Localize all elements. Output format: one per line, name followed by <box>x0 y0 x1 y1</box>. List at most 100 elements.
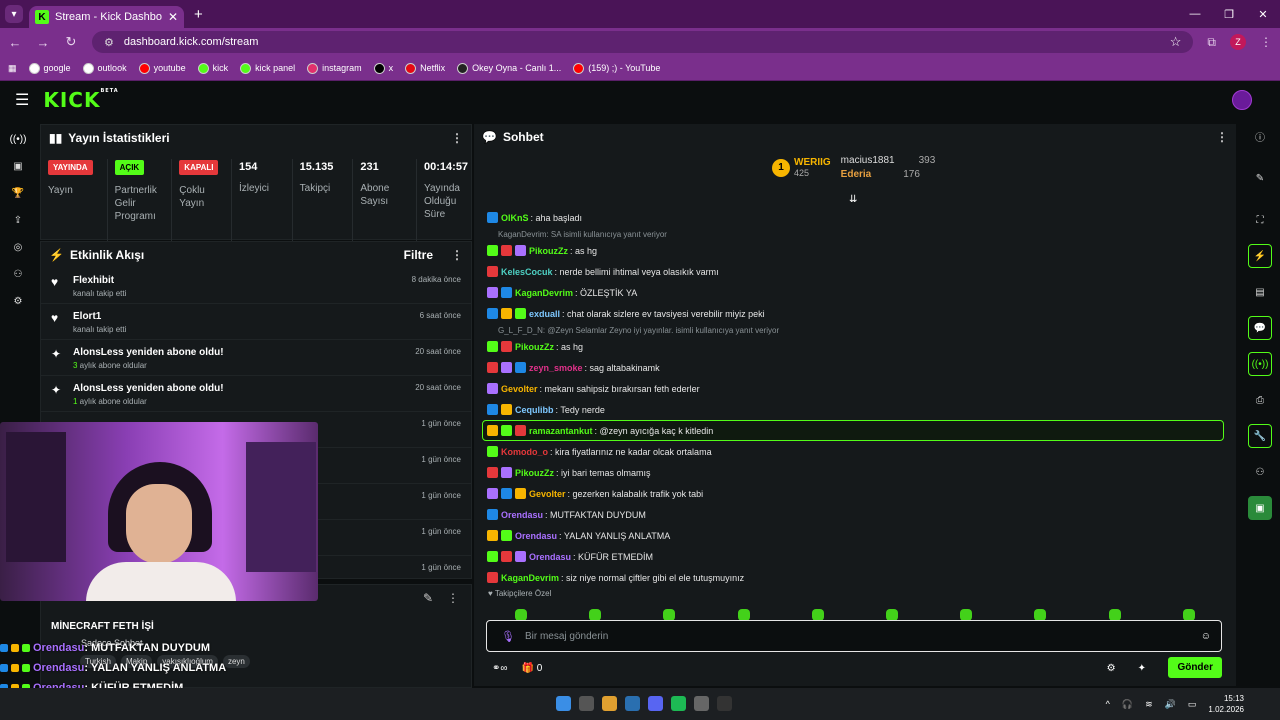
chat-message[interactable]: KelesCocuk: nerde bellimi ihtimal veya o… <box>474 261 1236 282</box>
chat-more-icon[interactable]: ⋮ <box>1216 130 1228 144</box>
chrome-taskbar-icon[interactable] <box>602 696 617 711</box>
activity-item[interactable]: ✦ AlonsLess yeniden abone oldu! 1 aylık ab… <box>41 376 471 412</box>
restore-icon[interactable]: ❐ <box>1212 8 1246 21</box>
chat-message[interactable]: PikouzZz: as hg <box>474 336 1236 357</box>
chat-username[interactable]: KaganDevrim <box>501 573 559 583</box>
chat-username[interactable]: Orendasu <box>529 552 571 562</box>
extensions-icon[interactable]: ⧉ <box>1207 35 1216 50</box>
chat-username[interactable]: Cequlibb <box>515 405 554 415</box>
chat-settings-icon[interactable]: ⚙ <box>1107 663 1116 674</box>
apps-grid-icon[interactable]: ▦ <box>8 63 17 74</box>
headset-icon[interactable]: 🎧 <box>1122 699 1133 710</box>
tray-expand-icon[interactable]: ^ <box>1106 699 1110 709</box>
chat-message[interactable]: Orendasu: KÜFÜR ETMEDİM <box>474 546 1236 567</box>
points-icon[interactable]: ⚭∞ <box>492 663 508 674</box>
wifi-icon[interactable]: ≋ <box>1145 699 1153 710</box>
chat-message[interactable]: Cequlibb: Tedy nerde <box>474 399 1236 420</box>
chat-message[interactable]: Gevolter: mekanı sahipsiz bırakırsan fet… <box>474 378 1236 399</box>
chat-username[interactable]: OlKnS <box>501 213 529 223</box>
discord-taskbar-icon[interactable] <box>648 696 663 711</box>
kick-taskbar-icon[interactable] <box>717 696 732 711</box>
steam-taskbar-icon[interactable] <box>625 696 640 711</box>
search-taskbar-icon[interactable] <box>579 696 594 711</box>
leader-3-name[interactable]: Ederia <box>841 169 872 180</box>
circles-icon[interactable]: ⚇ <box>1248 460 1272 484</box>
printer-icon[interactable]: ⎙ <box>1248 388 1272 412</box>
bookmark-item[interactable]: kick <box>197 62 228 74</box>
start-icon[interactable] <box>556 696 571 711</box>
bookmark-item[interactable]: google <box>28 62 71 74</box>
filter-button[interactable]: Filtre <box>404 248 433 262</box>
scroll-to-bottom-icon[interactable]: ⇊ <box>849 194 857 205</box>
chat-username[interactable]: KelesCocuk <box>501 267 553 277</box>
stream-info-more-icon[interactable]: ⋮ <box>447 591 459 605</box>
chat-username[interactable]: Gevolter <box>529 489 566 499</box>
url-field[interactable]: ⚙ dashboard.kick.com/stream ☆ <box>92 31 1194 53</box>
chat-message[interactable]: KaganDevrim: siz niye normal çiftler gib… <box>474 567 1236 588</box>
new-tab-icon[interactable]: + <box>194 6 203 23</box>
bookmark-item[interactable]: (159) ;) - YouTube <box>573 62 660 74</box>
site-info-icon[interactable]: ⚙ <box>104 36 114 49</box>
close-window-icon[interactable]: ✕ <box>1246 8 1280 21</box>
chat-username[interactable]: PikouzZz <box>529 246 568 256</box>
chat-username[interactable]: KaganDevrim <box>515 288 573 298</box>
settings-nav-icon[interactable]: ⚙ <box>0 288 36 315</box>
chat-username[interactable]: PikouzZz <box>515 342 554 352</box>
camera-nav-icon[interactable]: ◎ <box>0 234 36 261</box>
chat-message[interactable]: Orendasu: MUTFAKTAN DUYDUM <box>474 504 1236 525</box>
chat-username[interactable]: ramazantankut <box>529 426 593 436</box>
bookmark-item[interactable]: kick panel <box>240 62 295 74</box>
community-nav-icon[interactable]: ⚇ <box>0 261 36 288</box>
volume-icon[interactable]: 🔊 <box>1165 699 1176 710</box>
reload-icon[interactable]: ↻ <box>64 34 78 50</box>
upload-nav-icon[interactable]: ⇪ <box>0 207 36 234</box>
chat-username[interactable]: exduall <box>529 309 560 319</box>
chat-message[interactable]: ramazantankut: @zeyn ayıcığa kaç k kitle… <box>482 420 1224 441</box>
back-icon[interactable]: ← <box>8 35 22 50</box>
pencil-icon[interactable]: ✎ <box>1248 166 1272 190</box>
chat-input[interactable]: 🎙 Bir mesaj gönderin ☺ <box>486 620 1222 652</box>
bookmark-item[interactable]: youtube <box>138 62 186 74</box>
info-icon[interactable]: ⓘ <box>1248 124 1272 148</box>
lightning-tool-icon[interactable]: ⚡ <box>1248 244 1272 268</box>
bookmark-item[interactable]: x <box>373 62 393 74</box>
leader-2-name[interactable]: macius1881 <box>841 155 895 166</box>
broadcast-tool-icon[interactable]: ((•)) <box>1248 352 1272 376</box>
leader-1-name[interactable]: WERIIG <box>794 157 831 168</box>
clock[interactable]: 15:13 1.02.2026 <box>1208 693 1244 715</box>
emoji-icon[interactable]: ☺ <box>1201 631 1211 642</box>
wrench-icon[interactable]: 🔧 <box>1248 424 1272 448</box>
hamburger-menu-icon[interactable]: ☰ <box>15 90 29 110</box>
chat-username[interactable]: Komodo_o <box>501 447 548 457</box>
activity-item[interactable]: ✦ AlonsLess yeniden abone oldu! 3 aylık ab… <box>41 340 471 376</box>
browser-menu-icon[interactable]: ⋮ <box>1260 35 1272 49</box>
trophy-nav-icon[interactable]: 🏆 <box>0 180 36 207</box>
forward-icon[interactable]: → <box>36 35 50 50</box>
chat-username[interactable]: Gevolter <box>501 384 538 394</box>
bookmark-star-icon[interactable]: ☆ <box>1170 34 1182 50</box>
chat-message[interactable]: zeyn_smoke: sag altabakinamk <box>474 357 1236 378</box>
chat-message[interactable]: Komodo_o: kira fiyatlarınız ne kadar olc… <box>474 441 1236 462</box>
mic-icon[interactable]: 🎙 <box>501 630 515 643</box>
gift-icon[interactable]: 🎁 0 <box>522 663 543 674</box>
profile-avatar[interactable]: Z <box>1230 34 1246 50</box>
bookmark-item[interactable]: Netflix <box>405 62 445 74</box>
bookmark-item[interactable]: instagram <box>307 62 362 74</box>
chat-username[interactable]: zeyn_smoke <box>529 363 583 373</box>
chat-username[interactable]: Orendasu <box>501 510 543 520</box>
chat-message[interactable]: OlKnS: aha başladı <box>474 207 1236 228</box>
bookmark-item[interactable]: Okey Oyna - Canlı 1... <box>457 62 561 74</box>
document-icon[interactable]: ▤ <box>1248 280 1272 304</box>
plugin-icon[interactable]: ▣ <box>1248 496 1272 520</box>
chat-message[interactable]: Gevolter: gezerken kalabalık trafik yok … <box>474 483 1236 504</box>
chat-message[interactable]: PikouzZz: as hg <box>474 240 1236 261</box>
scan-icon[interactable]: ⛶ <box>1248 208 1272 232</box>
chat-message[interactable]: KaganDevrim: ÖZLEŞTİK YA <box>474 282 1236 303</box>
stats-more-icon[interactable]: ⋮ <box>451 131 463 145</box>
activity-more-icon[interactable]: ⋮ <box>451 248 463 262</box>
spotify-taskbar-icon[interactable] <box>671 696 686 711</box>
kick-logo[interactable]: KICKBETA <box>43 88 118 112</box>
battery-icon[interactable]: ▭ <box>1188 699 1197 710</box>
edit-icon[interactable]: ✎ <box>423 591 433 605</box>
minimize-icon[interactable]: — <box>1178 8 1212 21</box>
